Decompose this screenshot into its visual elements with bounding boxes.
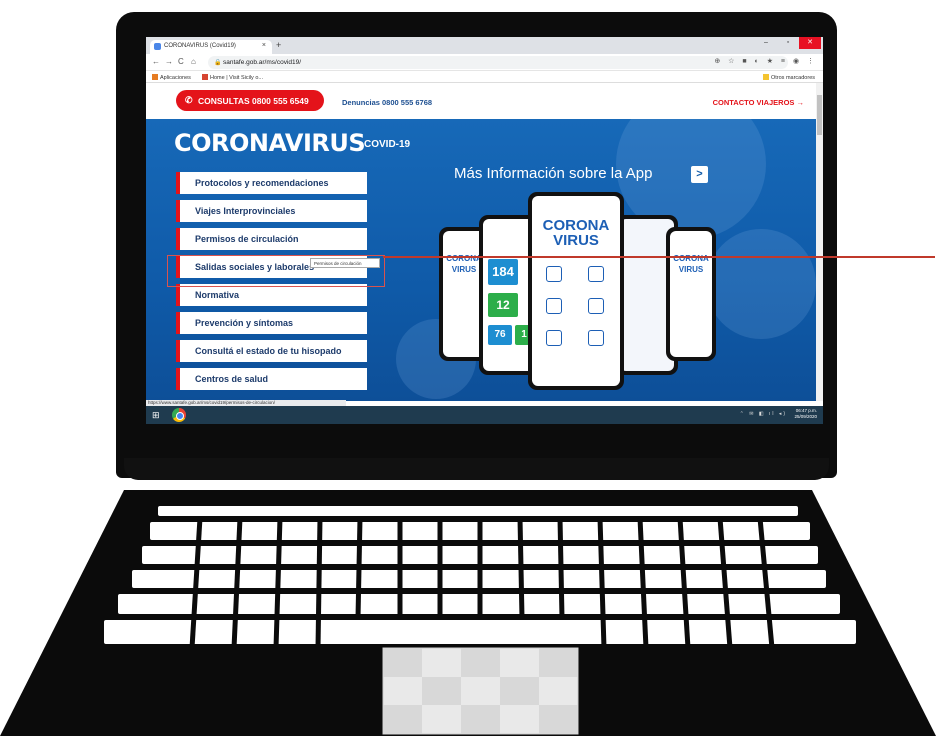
- back-button[interactable]: ←: [152, 57, 160, 66]
- taskbar-clock[interactable]: 06:47 p.m. 25/09/2020: [794, 408, 817, 420]
- app-phone-center: CORONA VIRUS: [528, 192, 624, 390]
- app-grid-icon: [546, 298, 562, 314]
- denuncias-link[interactable]: Denuncias 0800 555 6768: [342, 98, 432, 107]
- minimize-button[interactable]: –: [757, 37, 775, 49]
- menu-item-centros[interactable]: Centros de salud: [176, 368, 367, 390]
- bookmark-apps-label: Aplicaciones: [160, 75, 191, 81]
- menu-item-hisopado[interactable]: Consultá el estado de tu hisopado: [176, 340, 367, 362]
- contacto-viajeros-link[interactable]: CONTACTO VIAJEROS →: [713, 98, 804, 107]
- browser-toolbar: ← → C ⌂ 🔒 santafe.gob.ar/ms/covid19/ ⊕ ☆…: [146, 54, 823, 71]
- maximize-button[interactable]: ▫: [779, 37, 797, 49]
- laptop-illustration: CORONAVIRUS (Covid19) × + – ▫ ✕ ← → C ⌂ …: [0, 0, 936, 744]
- system-tray-icons[interactable]: ⌃ ✉ ◧ ıl ◂): [740, 411, 787, 417]
- forward-button[interactable]: →: [165, 57, 173, 66]
- address-bar[interactable]: 🔒 santafe.gob.ar/ms/covid19/: [208, 56, 788, 69]
- stat-tile: 12: [488, 293, 518, 317]
- lock-icon: 🔒: [214, 60, 222, 66]
- chevron-right-icon[interactable]: >: [691, 166, 708, 183]
- stat-tile: 76: [488, 325, 512, 345]
- phone-title-2: VIRUS: [553, 232, 599, 249]
- url-text: santafe.gob.ar/ms/covid19/: [223, 59, 302, 66]
- app-grid-icon: [546, 330, 562, 346]
- phone-title-1: CORONA: [673, 254, 709, 263]
- clock-date: 25/09/2020: [794, 414, 817, 419]
- folder-icon: [762, 74, 769, 80]
- bookmark-home-label: Home | Visit Sicily o...: [210, 75, 263, 81]
- brand-subtitle: COVID-19: [364, 139, 411, 150]
- bookmark-favicon-icon: [202, 74, 208, 80]
- windows-taskbar: ⊞ ⌃ ✉ ◧ ıl ◂) 06:47 p.m. 25/09/2020: [146, 406, 823, 424]
- menu-item-permisos[interactable]: Permisos de circulación: [176, 228, 367, 250]
- menu-item-prevencion[interactable]: Prevención y síntomas: [176, 312, 367, 334]
- page-scrollbar[interactable]: [816, 83, 823, 401]
- app-phone-right-far: CORONA VIRUS: [666, 227, 716, 361]
- menu-item-normativa[interactable]: Normativa: [176, 284, 367, 306]
- favicon-icon: [154, 43, 161, 50]
- bookmark-home[interactable]: Home | Visit Sicily o...: [202, 74, 263, 81]
- app-grid-icon: [588, 266, 604, 282]
- close-window-button[interactable]: ✕: [799, 37, 821, 49]
- brand-title: CORONAVIRUS: [174, 129, 366, 157]
- home-button[interactable]: ⌂: [191, 57, 196, 66]
- consultas-label: CONSULTAS 0800 555 6549: [198, 96, 309, 106]
- site-header: ✆ CONSULTAS 0800 555 6549 Denuncias 0800…: [146, 83, 816, 119]
- consultas-button[interactable]: ✆ CONSULTAS 0800 555 6549: [176, 90, 324, 111]
- tab-close-icon[interactable]: ×: [262, 42, 266, 49]
- extension-icons[interactable]: ⊕ ☆ ■ ◐ ★ ≡ ◉ ⋮: [714, 57, 817, 65]
- stat-tile: 184: [488, 259, 518, 285]
- windows-start-icon[interactable]: ⊞: [152, 410, 160, 421]
- tab-title: CORONAVIRUS (Covid19): [164, 43, 236, 49]
- app-grid-icon: [588, 330, 604, 346]
- menu-item-protocolos[interactable]: Protocolos y recomendaciones: [176, 172, 367, 194]
- phone-icon: ✆: [185, 95, 193, 105]
- bookmark-apps[interactable]: Aplicaciones: [152, 74, 191, 81]
- bookmarks-bar: Aplicaciones Home | Visit Sicily o... Ot…: [146, 71, 823, 83]
- laptop-keyboard-deck: [0, 478, 936, 744]
- tooltip: Permisos de circulación: [310, 258, 380, 268]
- menu-item-viajes[interactable]: Viajes Interprovinciales: [176, 200, 367, 222]
- phone-title-1: CORONA: [542, 217, 610, 234]
- reload-button[interactable]: C: [178, 57, 184, 66]
- chrome-icon[interactable]: [172, 408, 186, 422]
- bookmark-other-label: Otros marcadores: [770, 75, 815, 81]
- laptop-hinge: [124, 458, 829, 480]
- browser-tab-strip: CORONAVIRUS (Covid19) × + – ▫ ✕: [146, 37, 823, 54]
- app-info-link[interactable]: Más Información sobre la App: [454, 165, 652, 182]
- app-grid-icon: [588, 298, 604, 314]
- new-tab-button[interactable]: +: [276, 40, 281, 50]
- app-grid-icon: [546, 266, 562, 282]
- laptop-screen: CORONAVIRUS (Covid19) × + – ▫ ✕ ← → C ⌂ …: [146, 37, 823, 424]
- browser-tab[interactable]: CORONAVIRUS (Covid19) ×: [150, 40, 272, 54]
- callout-line: [383, 256, 935, 258]
- bookmark-other[interactable]: Otros marcadores: [762, 74, 815, 81]
- phone-title-2: VIRUS: [678, 265, 704, 274]
- virus-decoration: [706, 229, 816, 339]
- apps-grid-icon: [152, 74, 158, 80]
- scrollbar-thumb[interactable]: [817, 95, 822, 135]
